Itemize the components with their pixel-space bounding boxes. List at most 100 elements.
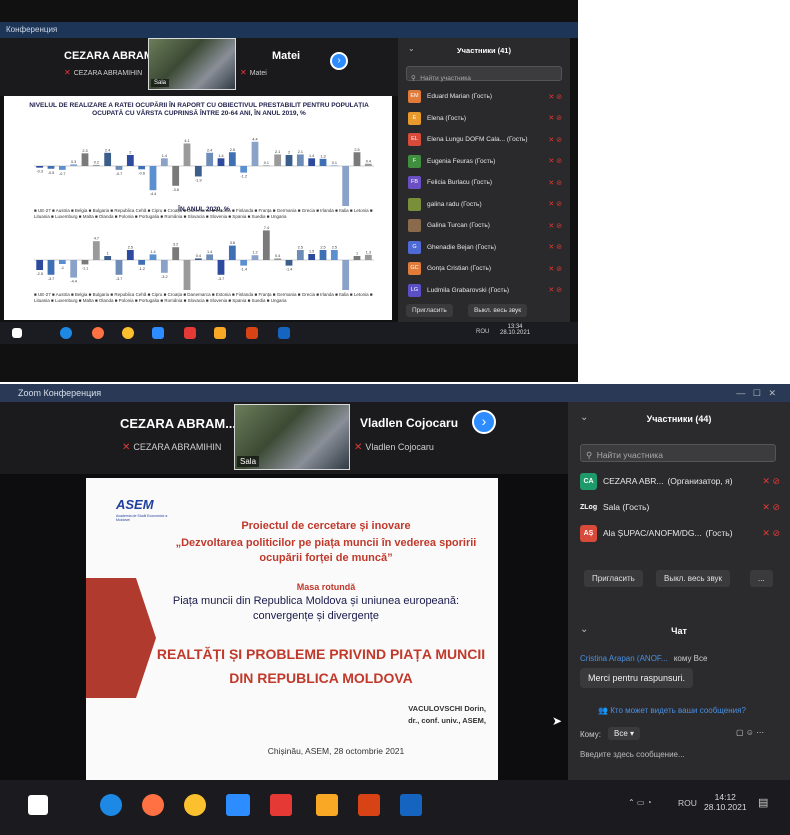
participant-name: galina radu (Гость)	[427, 200, 482, 208]
chart-bar	[149, 254, 157, 260]
participant-row[interactable]: AȘ Ala ȘUPAC/ANOFM/DG... (Гость) ✕ ⊘	[568, 520, 790, 546]
participant-row[interactable]: F Eugenia Feuras (Гость) ✕ ⊘	[398, 151, 570, 173]
mic-video-muted-icon[interactable]: ✕ ⊘	[548, 265, 562, 273]
invite-button[interactable]: Пригласить	[406, 304, 453, 317]
mic-video-muted-icon[interactable]: ✕ ⊘	[548, 222, 562, 230]
mic-video-muted-icon[interactable]: ✕ ⊘	[548, 93, 562, 101]
participant-row[interactable]: EM Eduard Marian (Гость) ✕ ⊘	[398, 86, 570, 108]
window-controls[interactable]: — ☐ ✕	[736, 384, 776, 402]
video-tile[interactable]: Sala	[234, 404, 350, 470]
avatar: F	[408, 154, 421, 168]
participant-row[interactable]: LG Ludmila Grabarovski (Гость) ✕ ⊘	[398, 280, 570, 302]
mute-all-button[interactable]: Выкл. весь звук	[468, 304, 528, 317]
powerpoint-icon[interactable]	[358, 794, 380, 816]
chrome-icon[interactable]	[184, 794, 206, 816]
notifications-icon[interactable]: ▤	[758, 796, 768, 809]
mic-video-muted-icon[interactable]: ✕ ⊘	[548, 136, 562, 144]
chart-bar	[104, 152, 112, 166]
mic-video-muted-icon[interactable]: ✕ ⊘	[548, 179, 562, 187]
mic-video-muted-icon[interactable]: ✕ ⊘	[548, 157, 562, 165]
chart-bar	[160, 158, 168, 166]
chart-bar	[36, 260, 44, 270]
chart-legend-2020: ■ UE-27 ■ Austria ■ Belgia ■ Bulgaria ■ …	[34, 292, 373, 303]
search-input[interactable]: ⚲ Найти участника	[580, 444, 776, 462]
system-clock[interactable]: 13:34 28.10.2021	[500, 324, 530, 336]
chart-data-label: 1.5	[309, 250, 314, 254]
chart-data-label: -1.1	[82, 266, 89, 270]
participant-row[interactable]: E Elena (Гость) ✕ ⊘	[398, 108, 570, 130]
anydesk-icon[interactable]	[184, 327, 196, 339]
slide-author-title: dr., conf. univ., ASEM,	[408, 716, 486, 725]
chart-bar	[126, 250, 134, 260]
slide-masa: Masa rotundă	[296, 582, 356, 592]
zoom-photo-2: Zoom Конференция — ☐ ✕ CEZARA ABRAM... ✕…	[0, 384, 790, 835]
chart-data-label: 2	[288, 151, 290, 155]
chat-input[interactable]: Введите здесь сообщение...	[580, 750, 685, 759]
more-button[interactable]: ...	[750, 570, 773, 587]
powerpoint-icon[interactable]	[246, 327, 258, 339]
video-tile[interactable]: Sala	[148, 38, 236, 90]
avatar: EL	[408, 133, 421, 147]
folder-icon[interactable]	[316, 794, 338, 816]
anydesk-icon[interactable]	[270, 794, 292, 816]
mic-video-muted-icon[interactable]: ✕ ⊘	[548, 114, 562, 122]
chart-bar	[194, 258, 202, 260]
mic-video-muted-icon[interactable]: ✕ ⊘	[548, 243, 562, 251]
chat-recipient-select[interactable]: Все ▾	[608, 727, 641, 740]
mute-all-button[interactable]: Выкл. весь звук	[656, 570, 731, 587]
participant-row[interactable]: Galina Turcan (Гость) ✕ ⊘	[398, 215, 570, 237]
chart-data-label: 4.4	[252, 137, 257, 141]
participant-row[interactable]: EL Elena Lungu DOFM Cala... (Гость) ✕ ⊘	[398, 129, 570, 151]
participant-row[interactable]: ZLog Sala (Гость) ✕ ⊘	[568, 494, 790, 520]
chart-data-label: 2.4	[207, 148, 212, 152]
participant-name: Eduard Marian (Гость)	[427, 93, 493, 101]
firefox-icon[interactable]	[142, 794, 164, 816]
language-indicator[interactable]: ROU	[476, 329, 489, 335]
mic-muted-icon: ✕	[122, 442, 131, 453]
participant-row[interactable]: G Ghenadie Bejan (Гость) ✕ ⊘	[398, 237, 570, 259]
windows-start-icon[interactable]	[28, 795, 48, 815]
chart-data-label: 1.4	[207, 250, 212, 254]
word-icon[interactable]	[400, 794, 422, 816]
edge-icon[interactable]	[60, 327, 72, 339]
participant-row[interactable]: FB Felicia Burlacu (Гость) ✕ ⊘	[398, 172, 570, 194]
mic-video-muted-icon[interactable]: ✕ ⊘	[548, 286, 562, 294]
system-clock[interactable]: 14:12 28.10.2021	[704, 792, 747, 812]
folder-icon[interactable]	[214, 327, 226, 339]
search-placeholder: Найти участника	[596, 450, 663, 460]
mic-video-muted-icon[interactable]: ✕ ⊘	[762, 476, 780, 487]
word-icon[interactable]	[278, 327, 290, 339]
chat-file-icon[interactable]: ▢ ☺ ⋯	[736, 728, 764, 737]
participant-row[interactable]: GC Gonța Cristian (Гость) ✕ ⊘	[398, 258, 570, 280]
mic-video-muted-icon[interactable]: ✕ ⊘	[548, 200, 562, 208]
tray-icons[interactable]: ⌃ ▭ ◔	[628, 798, 652, 807]
firefox-icon[interactable]	[92, 327, 104, 339]
participant-row[interactable]: galina radu (Гость) ✕ ⊘	[398, 194, 570, 216]
chart-bar	[217, 260, 225, 275]
participant-row[interactable]: CA CEZARA ABR... (Организатор, я) ✕ ⊘	[568, 468, 790, 494]
zoom-icon[interactable]	[152, 327, 164, 339]
chart-bar	[217, 158, 225, 166]
invite-button[interactable]: Пригласить	[584, 570, 643, 587]
chart-data-label: -1.2	[240, 175, 247, 179]
chart-bar	[274, 258, 282, 260]
mic-video-muted-icon[interactable]: ✕ ⊘	[762, 502, 780, 513]
who-can-see-link[interactable]: 👥 Кто может видеть ваши сообщения?	[598, 706, 746, 715]
next-video-button[interactable]: ›	[472, 410, 496, 434]
chart-data-label: 2.1	[275, 150, 280, 154]
language-indicator[interactable]: ROU	[678, 798, 697, 808]
chart-data-label: 0.1	[264, 161, 269, 165]
search-input[interactable]: ⚲ Найти участника	[406, 66, 562, 82]
participant-name: Eugenia Feuras (Гость)	[427, 157, 496, 165]
edge-icon[interactable]	[100, 794, 122, 816]
chart-bar	[251, 255, 259, 260]
chart-data-label: -3.7	[218, 277, 225, 281]
next-video-button[interactable]: ›	[330, 52, 348, 70]
search-placeholder: Найти участника	[420, 75, 471, 82]
chrome-icon[interactable]	[122, 327, 134, 339]
participants-panel: ⌄ Участники (44) ⚲ Найти участника CA CEZ…	[568, 402, 790, 780]
mic-video-muted-icon[interactable]: ✕ ⊘	[762, 528, 780, 539]
windows-start-icon[interactable]	[12, 328, 22, 338]
zoom-icon[interactable]	[226, 794, 250, 816]
chart-data-label: -1	[61, 266, 64, 270]
